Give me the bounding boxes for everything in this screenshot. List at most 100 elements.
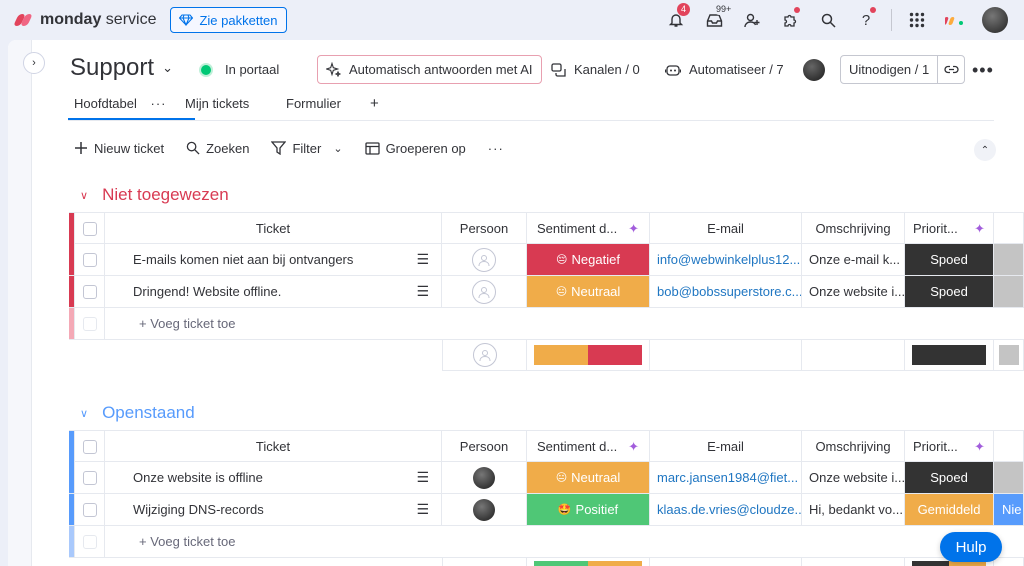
toolbar-more-button[interactable]: ···	[488, 141, 504, 156]
search-button[interactable]	[809, 0, 847, 40]
column-header-label: Sentiment d...	[537, 439, 618, 454]
tab-main-table[interactable]: Hoofdtabel ···	[74, 96, 167, 118]
sentiment-cell[interactable]: 😐 Neutraal	[527, 276, 650, 307]
ai-auto-reply-button[interactable]: Automatisch antwoorden met AI	[317, 55, 542, 84]
table-row[interactable]: Dringend! Website offline. ☰ 😐 Neutraal bo…	[69, 276, 1024, 308]
sentiment-cell[interactable]: 🤩 Positief	[527, 494, 650, 525]
column-header-person[interactable]: Persoon	[442, 431, 527, 462]
extra-cell[interactable]	[994, 244, 1024, 275]
chevron-down-icon[interactable]: ⌄	[333, 142, 342, 155]
priority-summary[interactable]	[905, 340, 994, 371]
column-header-email[interactable]: E-mail	[650, 431, 802, 462]
new-ticket-button[interactable]: Nieuw ticket	[74, 141, 164, 156]
automate-button[interactable]: Automatiseer / 7	[665, 62, 784, 77]
sentiment-cell[interactable]: 😐 Neutraal	[527, 462, 650, 493]
column-header-ticket[interactable]: Ticket	[105, 213, 442, 244]
collapse-header-button[interactable]: ⌃	[974, 139, 996, 161]
group-by-button[interactable]: Groeperen op	[364, 141, 466, 156]
ticket-cell[interactable]: Wijziging DNS-records ☰	[105, 494, 442, 525]
add-ticket-button[interactable]: + Voeg ticket toe	[105, 526, 1024, 557]
extra-cell[interactable]	[994, 276, 1024, 307]
ticket-cell[interactable]: E-mails komen niet aan bij ontvangers ☰	[105, 244, 442, 275]
board-title[interactable]: Support ⌄	[70, 54, 173, 82]
email-cell[interactable]: marc.jansen1984@fiet...	[650, 462, 802, 493]
conversation-icon[interactable]: ☰	[416, 251, 429, 268]
channels-button[interactable]: Kanalen / 0	[551, 62, 640, 77]
monday-workspace-button[interactable]	[936, 0, 974, 40]
add-ticket-row[interactable]: + Voeg ticket toe	[69, 308, 1024, 340]
portal-status[interactable]: In portaal	[201, 62, 279, 77]
tab-form[interactable]: Formulier	[286, 96, 341, 111]
sidebar-toggle-button[interactable]: ›	[23, 52, 45, 74]
tab-my-tickets[interactable]: Mijn tickets	[185, 96, 249, 111]
sentiment-summary[interactable]	[527, 340, 650, 371]
copy-link-button[interactable]	[938, 56, 964, 83]
brand-logo[interactable]: monday service	[13, 11, 156, 29]
column-header-priority[interactable]: Priorit... ✦	[905, 431, 994, 462]
priority-cell[interactable]: Spoed	[905, 462, 994, 493]
row-checkbox[interactable]	[75, 462, 105, 493]
help-button[interactable]: ?	[847, 0, 885, 40]
person-cell[interactable]	[442, 494, 527, 525]
priority-cell[interactable]: Spoed	[905, 276, 994, 307]
column-header-description[interactable]: Omschrijving	[802, 431, 905, 462]
person-cell[interactable]	[442, 462, 527, 493]
add-view-button[interactable]: +	[370, 95, 379, 112]
description-cell[interactable]: Onze website i...	[802, 276, 905, 307]
row-checkbox[interactable]	[75, 494, 105, 525]
column-header-sentiment[interactable]: Sentiment d... ✦	[527, 431, 650, 462]
extra-cell[interactable]	[994, 462, 1024, 493]
select-all-checkbox[interactable]	[75, 431, 105, 462]
notifications-button[interactable]: 4	[657, 0, 695, 40]
table-row[interactable]: E-mails komen niet aan bij ontvangers ☰ 😔…	[69, 244, 1024, 276]
row-checkbox[interactable]	[75, 244, 105, 275]
apps-marketplace-button[interactable]	[771, 0, 809, 40]
select-all-checkbox[interactable]	[75, 213, 105, 244]
filter-button[interactable]: Filter ⌄	[271, 141, 343, 156]
sentiment-summary[interactable]	[527, 558, 650, 566]
column-header-extra[interactable]	[994, 213, 1024, 244]
inbox-button[interactable]: 99+	[695, 0, 734, 40]
user-avatar[interactable]	[982, 7, 1008, 33]
see-packages-button[interactable]: Zie pakketten	[170, 7, 287, 33]
priority-cell[interactable]: Gemiddeld	[905, 494, 994, 525]
column-header-email[interactable]: E-mail	[650, 213, 802, 244]
invite-button[interactable]: Uitnodigen / 1	[840, 55, 966, 84]
group-title-open[interactable]: ∨ Openstaand	[80, 403, 195, 423]
ticket-cell[interactable]: Dringend! Website offline. ☰	[105, 276, 442, 307]
conversation-icon[interactable]: ☰	[416, 501, 429, 518]
ticket-cell[interactable]: Onze website is offline ☰	[105, 462, 442, 493]
description-cell[interactable]: Hi, bedankt vo...	[802, 494, 905, 525]
table-row[interactable]: Wijziging DNS-records ☰ 🤩 Positief klaas.d…	[69, 494, 1024, 526]
extra-cell[interactable]: Nie	[994, 494, 1024, 525]
board-member-avatar[interactable]	[803, 59, 825, 81]
add-ticket-button[interactable]: + Voeg ticket toe	[105, 308, 1024, 339]
column-header-extra[interactable]	[994, 431, 1024, 462]
conversation-icon[interactable]: ☰	[416, 469, 429, 486]
email-cell[interactable]: klaas.de.vries@cloudze...	[650, 494, 802, 525]
email-cell[interactable]: info@webwinkelplus12...	[650, 244, 802, 275]
tab-options-icon[interactable]: ···	[151, 96, 167, 111]
column-header-ticket[interactable]: Ticket	[105, 431, 442, 462]
table-row[interactable]: Onze website is offline ☰ 😐 Neutraal marc.…	[69, 462, 1024, 494]
person-cell[interactable]	[442, 244, 527, 275]
column-header-description[interactable]: Omschrijving	[802, 213, 905, 244]
row-checkbox[interactable]	[75, 276, 105, 307]
board-more-button[interactable]: •••	[972, 60, 994, 81]
description-cell[interactable]: Onze website i...	[802, 462, 905, 493]
add-ticket-row[interactable]: + Voeg ticket toe	[69, 526, 1024, 558]
description-cell[interactable]: Onze e-mail k...	[802, 244, 905, 275]
help-floating-button[interactable]: Hulp	[940, 532, 1002, 562]
email-cell[interactable]: bob@bobssuperstore.c...	[650, 276, 802, 307]
group-title-unassigned[interactable]: ∨ Niet toegewezen	[80, 185, 229, 205]
conversation-icon[interactable]: ☰	[416, 283, 429, 300]
column-header-person[interactable]: Persoon	[442, 213, 527, 244]
search-board-button[interactable]: Zoeken	[186, 141, 249, 156]
person-cell[interactable]	[442, 276, 527, 307]
column-header-sentiment[interactable]: Sentiment d... ✦	[527, 213, 650, 244]
sentiment-cell[interactable]: 😔 Negatief	[527, 244, 650, 275]
product-switcher-button[interactable]	[898, 0, 936, 40]
invite-members-button[interactable]	[733, 0, 771, 40]
priority-cell[interactable]: Spoed	[905, 244, 994, 275]
column-header-priority[interactable]: Priorit... ✦	[905, 213, 994, 244]
